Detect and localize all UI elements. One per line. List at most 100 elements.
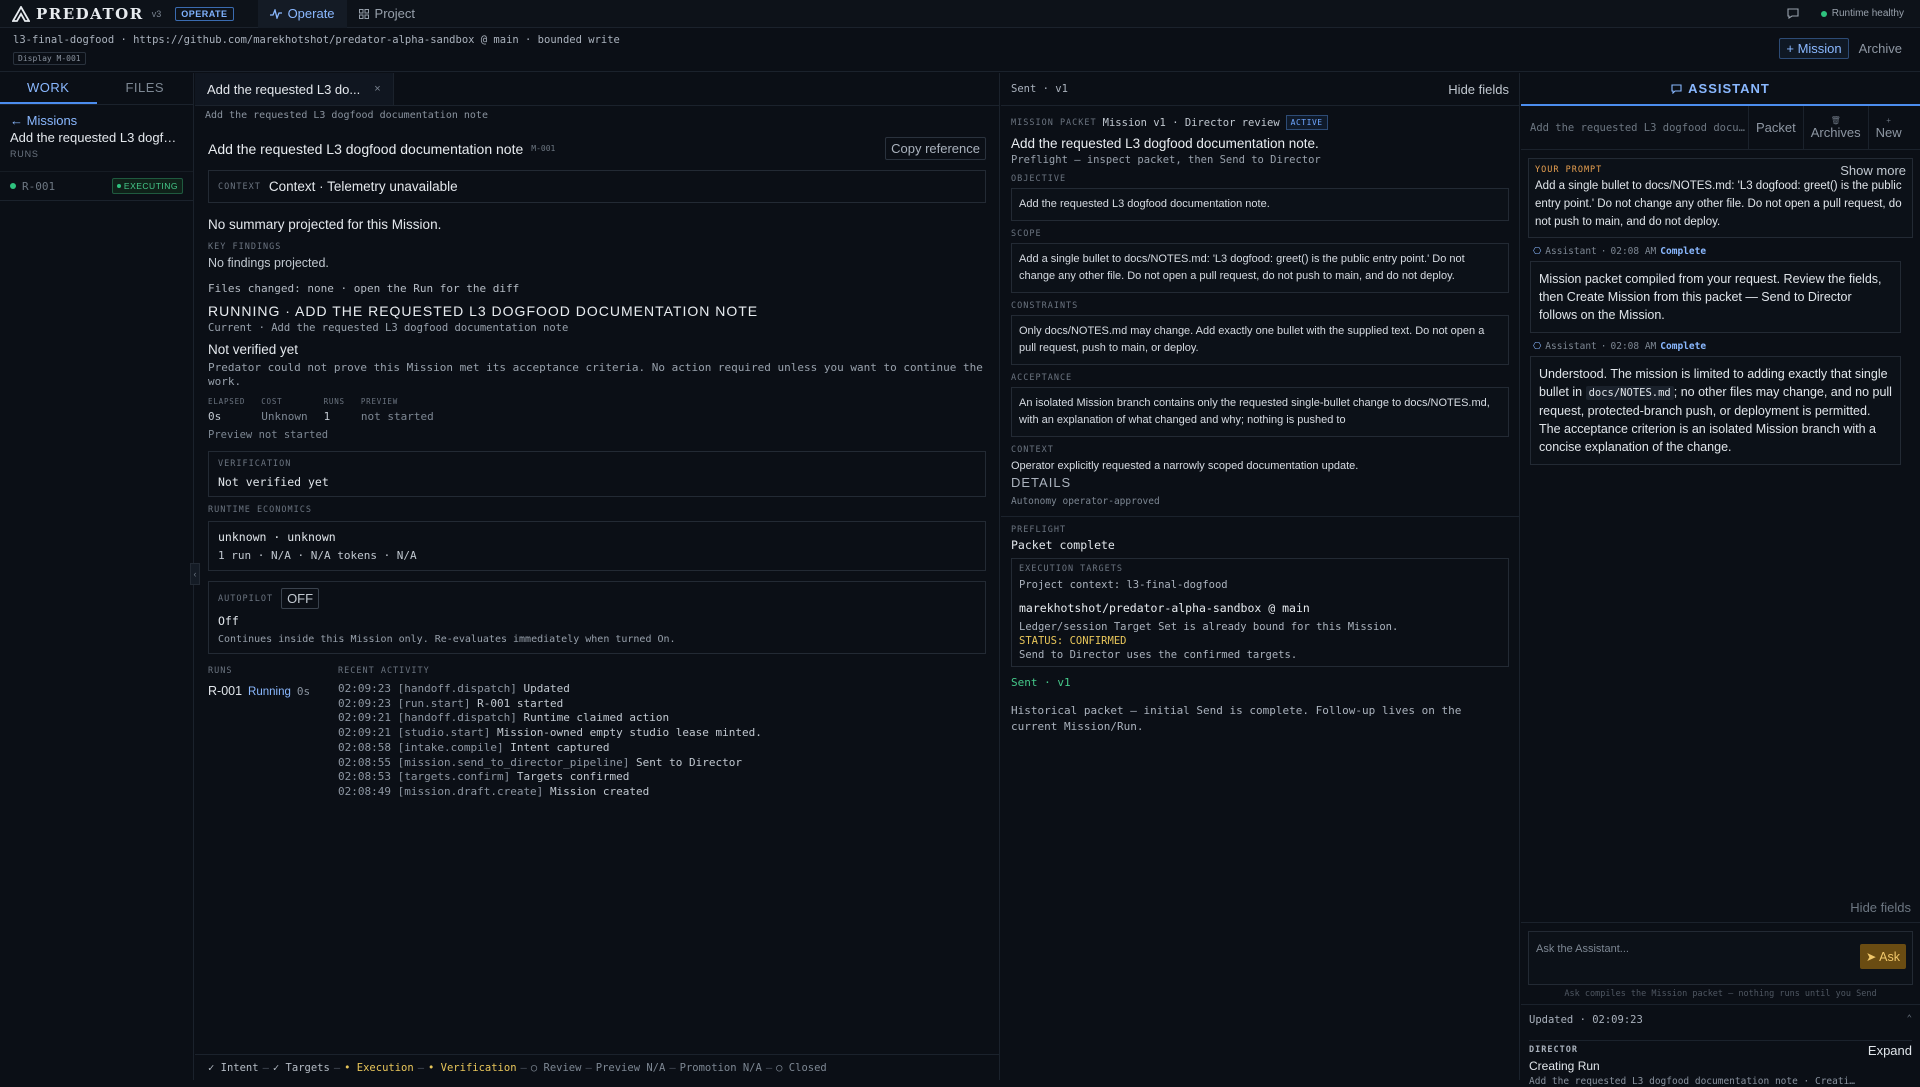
historical-note: Historical packet — initial Send is comp… (1011, 704, 1462, 733)
back-to-missions-link[interactable]: ← Missions (0, 105, 193, 128)
activity-text: Targets confirmed (516, 770, 630, 784)
stat-value: not started (360, 410, 434, 423)
tab-work[interactable]: WORK (0, 73, 97, 104)
activity-row: 02:08:53 [targets.confirm] Targets confi… (338, 770, 762, 785)
mission-main-panel: Add the requested L3 do... × Add the req… (190, 73, 1000, 1080)
hide-fields-button[interactable]: Hide fields (1448, 82, 1509, 97)
expand-button[interactable]: Expand (1868, 1043, 1912, 1058)
new-chat-button[interactable]: + New (1867, 105, 1909, 150)
archives-button-label: Archives (1810, 124, 1861, 140)
message-sep: · (1600, 341, 1607, 352)
stat-label: PREVIEW (360, 397, 399, 406)
runs-label: RUNS (10, 149, 39, 159)
objective-label: OBJECTIVE (1011, 174, 1067, 184)
chat-icon (1671, 83, 1682, 94)
scope-field[interactable]: Add a single bullet to docs/NOTES.md: 'L… (1011, 243, 1509, 293)
sidebar: WORK FILES ← Missions Add the requested … (0, 73, 194, 1080)
activity-feed: 02:09:23 [handoff.dispatch] Updated 02:09… (338, 682, 762, 800)
run-entry-elapsed: 0s (296, 685, 311, 698)
archives-button[interactable]: 🗑 Archives (1802, 105, 1868, 150)
tab-operate-label: Operate (287, 6, 335, 21)
preflight-label: PREFLIGHT (1011, 525, 1067, 535)
pipeline-separator: – (765, 1061, 773, 1074)
packet-context-label: CONTEXT (1011, 445, 1054, 455)
activity-row: 02:08:49 [mission.draft.create] Mission … (338, 785, 762, 800)
stat-label: RUNS (323, 397, 345, 406)
sidebar-mission-title[interactable]: Add the requested L3 dogfoo... (0, 128, 193, 145)
activity-action: [handoff.dispatch] (397, 682, 517, 695)
chevron-up-icon[interactable]: ⌃ (1907, 1014, 1912, 1026)
activity-row: 02:09:21 [studio.start] Mission-owned em… (338, 726, 762, 741)
assistant-panel: ASSISTANT Add the requested L3 dogfood d… (1521, 73, 1920, 1087)
activity-row: 02:08:55 [mission.send_to_director_pipel… (338, 756, 762, 771)
activity-action: [handoff.dispatch] (397, 711, 517, 725)
activity-action: [mission.send_to_director_pipeline] (397, 755, 630, 769)
tab-project[interactable]: Project (347, 0, 427, 28)
archive-button[interactable]: Archive (1853, 38, 1908, 59)
mission-code: M-001 (531, 144, 556, 153)
executing-badge-label: EXECUTING (123, 181, 178, 191)
pipeline-step: Promotion N/A (679, 1061, 762, 1074)
assistant-icon: ⎔ (1533, 341, 1542, 352)
assistant-hide-fields-button[interactable]: Hide fields (1850, 900, 1911, 915)
new-mission-button[interactable]: + Mission (1779, 38, 1849, 59)
packet-button[interactable]: Packet (1748, 105, 1803, 150)
files-changed[interactable]: Files changed: none · open the Run for t… (195, 270, 999, 295)
show-more-button[interactable]: Show more (1840, 163, 1906, 178)
badge-dot (116, 184, 121, 188)
context-bar: l3-final-dogfood · https://github.com/ma… (0, 28, 1920, 72)
copy-reference-button[interactable]: Copy reference (885, 137, 986, 160)
details-toggle[interactable]: DETAILS (1001, 472, 1519, 490)
activity-time: 02:09:23 (338, 696, 391, 710)
runs-column-label: RUNS (208, 666, 233, 676)
mission-summary: No summary projected for this Mission. (208, 217, 442, 232)
ledger-note: Ledger/session Target Set is already bou… (1019, 621, 1399, 633)
plus-icon: + (1886, 115, 1891, 125)
page-title: Add the requested L3 dogfood documentati… (208, 140, 524, 157)
activity-row: 02:09:23 [handoff.dispatch] Updated (338, 682, 762, 697)
mission-tab[interactable]: Add the requested L3 do... × (195, 73, 394, 105)
acceptance-label: ACCEPTANCE (1011, 373, 1073, 383)
not-verified-desc: Predator could not prove this Mission me… (208, 361, 983, 388)
send-icon: ➤ (1865, 950, 1877, 964)
packet-title: Add the requested L3 dogfood documentati… (1011, 136, 1319, 151)
close-icon[interactable]: × (374, 83, 380, 95)
objective-field[interactable]: Add the requested L3 dogfood documentati… (1011, 188, 1509, 221)
activity-action: [mission.draft.create] (397, 784, 544, 798)
brand: PREDATOR v3 OPERATE (0, 0, 234, 28)
autopilot-toggle[interactable]: OFF (281, 588, 320, 609)
collapse-sidebar-handle[interactable]: ‹ (190, 563, 200, 585)
director-state: Creating Run (1529, 1059, 1600, 1073)
stat-value: 1 (323, 410, 331, 423)
sent-version: Sent · v1 (1011, 676, 1071, 689)
constraints-field[interactable]: Only docs/NOTES.md may change. Add exact… (1011, 315, 1509, 365)
your-prompt-box: YOUR PROMPT Show more Add a single bulle… (1528, 158, 1913, 238)
context-line: l3-final-dogfood · https://github.com/ma… (13, 34, 620, 46)
pipeline-step: ✓ Targets (272, 1061, 330, 1074)
run-entry-id: R-001 (208, 684, 243, 698)
activity-text: Sent to Director (636, 755, 742, 769)
director-desc: Add the requested L3 dogfood documentati… (1529, 1076, 1859, 1087)
packet-sent-label: Sent · v1 (1011, 83, 1068, 95)
run-entry[interactable]: R-001 Running 0s (208, 684, 318, 698)
acceptance-field[interactable]: An isolated Mission branch contains only… (1011, 387, 1509, 437)
chat-icon[interactable] (1787, 8, 1799, 19)
tab-operate[interactable]: Operate (257, 0, 347, 28)
activity-time: 02:09:21 (338, 726, 391, 740)
autonomy-text: Autonomy operator-approved (1001, 490, 1519, 517)
target-repo: marekhotshot/predator-alpha-sandbox @ ma… (1019, 601, 1310, 615)
packet-button-label: Packet (1756, 120, 1796, 135)
activity-row: 02:09:21 [handoff.dispatch] Runtime clai… (338, 711, 762, 726)
preflight-status: Packet complete (1011, 538, 1115, 552)
economics-line-1: unknown · unknown (218, 530, 336, 544)
activity-action: [run.start] (397, 696, 471, 710)
sidebar-run-item[interactable]: R-001 EXECUTING (0, 171, 193, 201)
context-box: CONTEXT Context · Telemetry unavailable (208, 170, 986, 203)
mission-packet-panel: Sent · v1 Hide fields MISSION PACKET Mis… (1001, 73, 1520, 1080)
director-label: DIRECTOR (1529, 1045, 1578, 1055)
ask-button[interactable]: ➤ Ask (1859, 944, 1906, 969)
ask-input[interactable]: Ask the Assistant... ➤ Ask (1528, 931, 1913, 985)
autopilot-desc: Continues inside this Mission only. Re-e… (218, 634, 676, 645)
constraints-label: CONSTRAINTS (1011, 301, 1079, 311)
tab-files[interactable]: FILES (97, 73, 194, 104)
